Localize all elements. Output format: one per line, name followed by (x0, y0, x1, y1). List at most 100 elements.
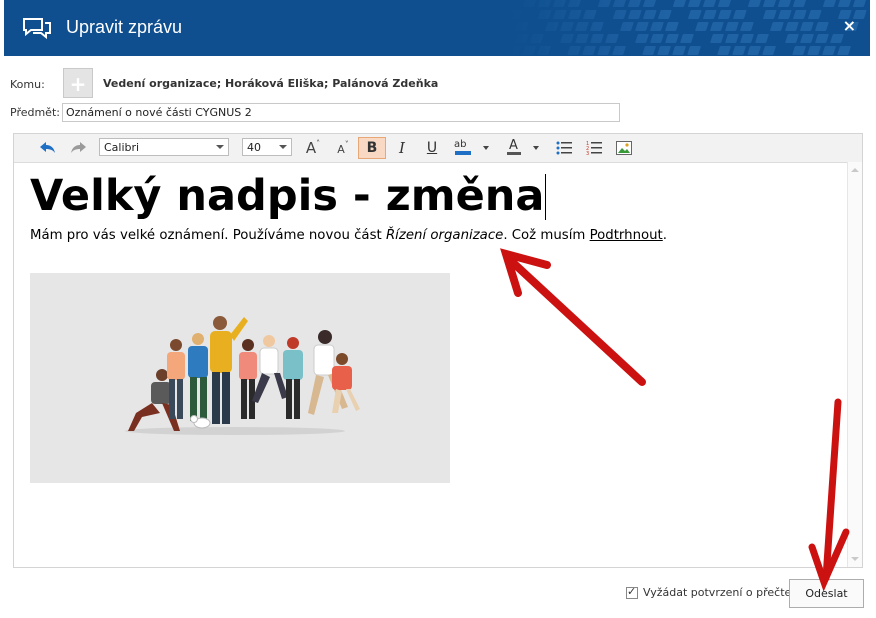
para-text-start: Mám pro vás velké oznámení. Používáme no… (30, 228, 386, 243)
chat-bubbles-icon (23, 18, 51, 40)
title-bar-tile (672, 46, 686, 55)
title-bar-tile (837, 0, 852, 7)
editor-scrollbar[interactable] (847, 162, 862, 567)
italic-icon: I (399, 139, 405, 157)
title-bar-tile (710, 22, 724, 31)
title-bar-tile (778, 10, 792, 19)
title-bar-tile (792, 46, 806, 55)
add-recipient-button[interactable]: + (63, 68, 93, 98)
title-bar-tile (785, 22, 799, 31)
font-size-select[interactable]: 40 (242, 138, 292, 156)
send-button[interactable]: Odeslat (789, 579, 864, 608)
bold-icon: B (366, 140, 378, 156)
title-bar-tile (777, 0, 792, 7)
check-icon: ✓ (627, 585, 637, 598)
title-bar-tile (687, 0, 702, 7)
text-caret (545, 174, 547, 220)
title-bar-tile (793, 10, 807, 19)
chevron-down-icon (483, 146, 489, 150)
title-bar-tile (852, 0, 867, 7)
highlight-dropdown[interactable] (480, 137, 492, 159)
insert-image-icon[interactable] (612, 137, 636, 159)
title-bar-tile (815, 34, 829, 43)
italic-button[interactable]: I (391, 137, 413, 159)
para-text-mid: . Což musím (503, 228, 590, 243)
message-heading: Velký nadpis - změna (30, 171, 840, 221)
highlight-icon: ab (454, 139, 467, 150)
para-text-end: . (662, 228, 668, 243)
bullet-list-icon[interactable] (552, 137, 576, 159)
title-bar-tile (747, 0, 762, 7)
title-bar-tile (672, 0, 687, 7)
message-paragraph: Mám pro vás velké oznámení. Používáme no… (30, 228, 840, 243)
editor-frame: Calibri 40 A ˄ A ˅ B I U ab A 1 2 3 Velk… (13, 133, 863, 568)
title-bar-tile (822, 0, 837, 7)
chevron-down-icon (279, 145, 287, 149)
title-bar-tile (837, 46, 851, 55)
para-italic-text: Řízení organizace (385, 228, 504, 243)
to-label: Komu: (10, 78, 45, 91)
title-bar-tile (703, 10, 717, 19)
redo-icon[interactable] (66, 137, 90, 159)
close-icon[interactable]: × (843, 16, 856, 35)
formatting-toolbar: Calibri 40 A ˄ A ˅ B I U ab A 1 2 3 (14, 134, 862, 163)
title-bar-tile (740, 34, 754, 43)
plus-icon: + (69, 72, 87, 96)
font-family-select[interactable]: Calibri (99, 138, 229, 156)
chevron-down-icon (216, 145, 224, 149)
title-bar-tile (762, 46, 776, 55)
title-bar-tile (800, 34, 814, 43)
font-color-icon: A (509, 138, 518, 153)
shrink-font-button[interactable]: A ˅ (332, 137, 354, 159)
numbered-list-icon[interactable]: 1 2 3 (582, 137, 606, 159)
bold-button[interactable]: B (358, 137, 386, 159)
title-bar-tile (807, 46, 821, 55)
title-bar-tile (733, 10, 747, 19)
subject-input[interactable] (62, 103, 620, 122)
title-bar-tile (710, 34, 724, 43)
svg-text:3: 3 (586, 151, 589, 156)
title-bar-tile (762, 0, 777, 7)
title-bar-tile (732, 46, 746, 55)
font-family-value: Calibri (104, 141, 140, 154)
title-bar-tile (740, 22, 754, 31)
shrink-font-icon: A (337, 143, 345, 156)
subject-label: Předmět: (10, 106, 60, 119)
undo-icon[interactable] (36, 137, 60, 159)
title-bar-tile (747, 46, 761, 55)
title-bar-tile (800, 22, 814, 31)
scroll-down-icon[interactable] (851, 557, 859, 561)
title-bar-tile (717, 0, 732, 7)
read-receipt-checkbox[interactable]: ✓ (626, 585, 638, 599)
chevron-down-icon (533, 146, 539, 150)
title-bar-tile (717, 46, 731, 55)
highlight-color-button[interactable]: ab (450, 137, 476, 159)
title-bar-tile (725, 22, 739, 31)
title-bar-tile (785, 34, 799, 43)
font-size-value: 40 (247, 141, 261, 154)
title-bar-tile (830, 34, 844, 43)
heading-text: Velký nadpis - změna (30, 171, 545, 221)
read-receipt-label[interactable]: Vyžádat potvrzení o přečtení (643, 586, 801, 599)
grow-font-icon: A (305, 139, 317, 157)
title-bar-tile (680, 34, 694, 43)
title-bar-tile (725, 34, 739, 43)
people-group-illustration (125, 316, 360, 435)
scroll-up-icon[interactable] (851, 168, 859, 172)
para-underlined-text: Podtrhnout (589, 228, 663, 243)
title-bar-tile (770, 22, 784, 31)
title-bar-tile (695, 22, 709, 31)
title-bar-tile (702, 0, 717, 7)
font-color-dropdown[interactable] (530, 137, 542, 159)
title-bar-tile (763, 10, 777, 19)
title-bar-tile (815, 22, 829, 31)
title-bar-tile (755, 34, 769, 43)
title-bar-tile (808, 10, 822, 19)
grow-font-button[interactable]: A ˄ (302, 137, 324, 159)
editor-content[interactable]: Velký nadpis - změna Mám pro vás velké o… (30, 171, 840, 243)
underline-button[interactable]: U (421, 137, 443, 159)
window-title: Upravit zprávu (66, 17, 183, 37)
inserted-image[interactable] (30, 273, 450, 483)
font-color-button[interactable]: A (502, 137, 526, 159)
recipients-list[interactable]: Vedení organizace; Horáková Eliška; Palá… (103, 77, 438, 90)
